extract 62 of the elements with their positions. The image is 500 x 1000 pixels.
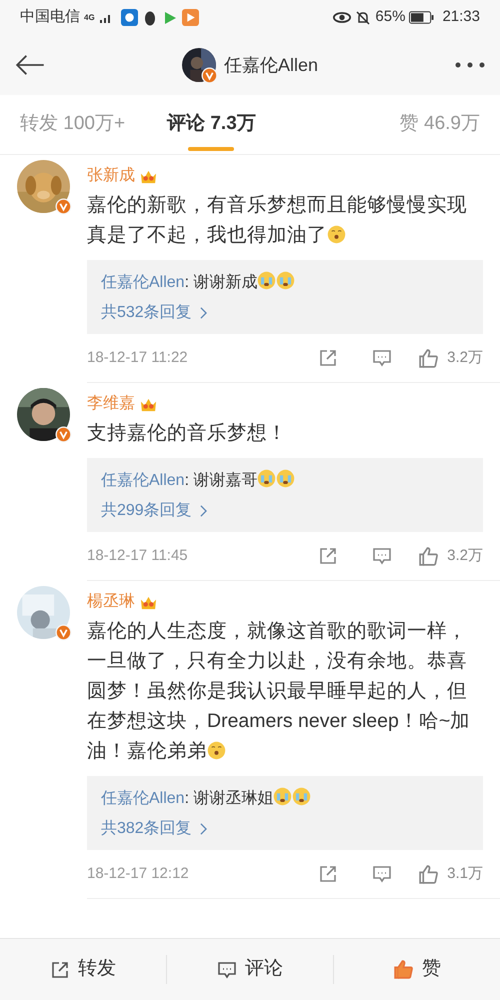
- emoji-icon: [276, 271, 296, 290]
- carrier-name: 中国电信: [20, 7, 80, 28]
- emoji-icon: [292, 787, 312, 806]
- author-name[interactable]: 李维嘉: [87, 392, 135, 416]
- eye-icon: [333, 11, 352, 24]
- emoji-icon: [257, 271, 276, 290]
- comment-icon: [372, 546, 392, 566]
- chevron-right-icon: [200, 823, 207, 835]
- toolbar-button[interactable]: 评论: [217, 955, 283, 984]
- reply-text: 任嘉伦Allen: 谢谢丞琳姐: [101, 786, 469, 812]
- thumbs-up-icon: [418, 864, 440, 884]
- tab[interactable]: 评论 7.3万: [167, 95, 256, 154]
- tab[interactable]: 赞 46.9万: [400, 95, 480, 154]
- back-arrow-icon: [14, 54, 46, 76]
- comment-icon: [372, 864, 392, 884]
- chevron-right-icon: [200, 307, 207, 319]
- comment-time: 18-12-17 11:45: [87, 546, 188, 566]
- user-name: 任嘉伦Allen: [224, 54, 318, 76]
- thumbs-up-icon: [393, 959, 414, 980]
- network-type: 4G: [84, 14, 95, 22]
- comment-text: 嘉伦的新歌，有音乐梦想而且能够慢慢实现真是了不起，我也得加油了: [87, 193, 468, 248]
- battery-icon: [409, 11, 434, 24]
- emoji-icon: [257, 469, 276, 488]
- emoji-icon: [327, 225, 346, 244]
- comment-icon: [372, 348, 392, 368]
- app-icon: [120, 9, 138, 26]
- thumbs-up-icon: [418, 348, 440, 368]
- emoji-icon: [273, 787, 292, 806]
- battery-percent: 65%: [375, 7, 406, 28]
- tab[interactable]: 转发 100万+: [20, 95, 126, 154]
- share-icon: [50, 960, 70, 980]
- author-name[interactable]: 楊丞琳: [87, 590, 135, 614]
- more-icon: [455, 62, 485, 68]
- reply-count-link[interactable]: 共532条回复: [101, 300, 192, 326]
- reply-box[interactable]: 任嘉伦Allen: 谢谢丞琳姐 共382条回复: [87, 776, 483, 850]
- comment-icon: [217, 960, 237, 980]
- emoji-icon: [207, 741, 226, 760]
- comment-text: 支持嘉伦的音乐梦想！: [87, 421, 288, 446]
- share-icon: [318, 348, 338, 368]
- thumbs-up-icon: [418, 546, 440, 566]
- toolbar-button[interactable]: 转发: [50, 955, 116, 984]
- share-icon: [318, 546, 338, 566]
- share-icon: [318, 864, 338, 884]
- comment-text: 嘉伦的人生态度，就像这首歌的歌词一样，一旦做了，只有全力以赴，没有余地。恭喜圆梦！虽然你是我认识最早睡早起的人，但在梦想这块，Dreamers never sleep！哈~加油！嘉伦弟弟: [87, 619, 472, 764]
- comment-time: 18-12-17 12:12: [87, 864, 189, 884]
- like-button[interactable]: 3.1万: [418, 862, 483, 886]
- clock-time: 21:33: [442, 7, 480, 28]
- like-button[interactable]: 3.2万: [418, 346, 483, 370]
- author-name[interactable]: 张新成: [87, 164, 135, 188]
- reply-text: 任嘉伦Allen: 谢谢新成: [101, 270, 469, 296]
- comment-time: 18-12-17 11:22: [87, 348, 188, 368]
- emoji-icon: [276, 469, 296, 488]
- bell-muted-icon: [355, 10, 372, 26]
- chevron-right-icon: [200, 505, 207, 517]
- reply-count-link[interactable]: 共382条回复: [101, 816, 192, 842]
- reply-box[interactable]: 任嘉伦Allen: 谢谢新成 共532条回复: [87, 260, 483, 334]
- like-button[interactable]: 3.2万: [418, 544, 483, 568]
- toolbar-button[interactable]: 赞: [393, 955, 441, 984]
- reply-text: 任嘉伦Allen: 谢谢嘉哥: [101, 468, 469, 494]
- video-app-icon: [182, 9, 199, 26]
- reply-count-link[interactable]: 共299条回复: [101, 498, 192, 524]
- reply-box[interactable]: 任嘉伦Allen: 谢谢嘉哥 共299条回复: [87, 458, 483, 532]
